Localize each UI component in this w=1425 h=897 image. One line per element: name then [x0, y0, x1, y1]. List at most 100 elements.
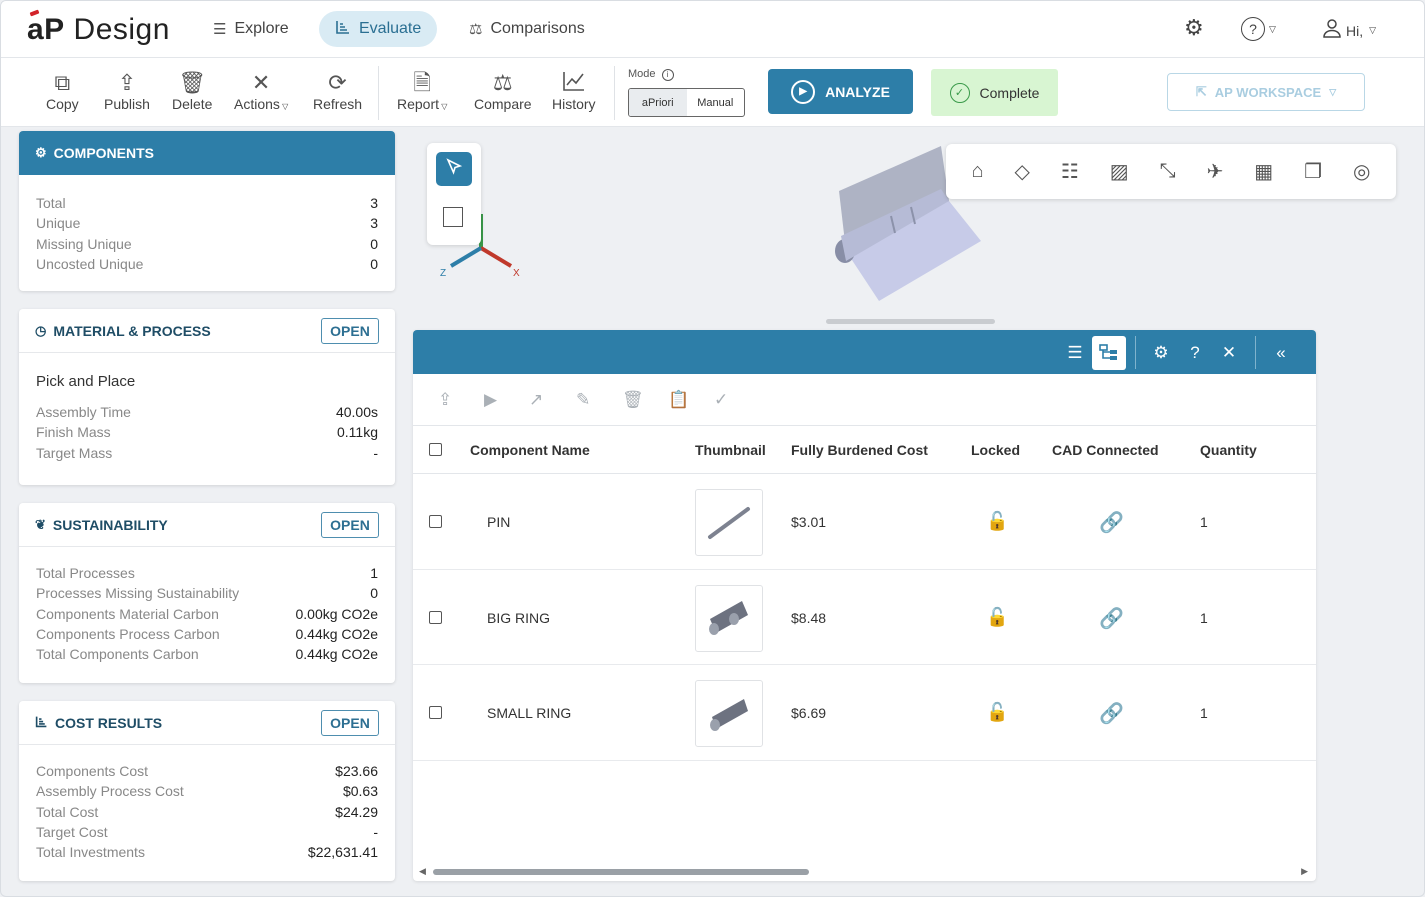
column-header-quantity[interactable]: Quantity	[1200, 442, 1257, 458]
compare-button[interactable]: ⚖ Compare	[474, 70, 532, 112]
material-open-button[interactable]: OPEN	[321, 318, 379, 344]
column-header-name[interactable]: Component Name	[470, 442, 590, 458]
external-link-icon: ⇱	[1195, 84, 1207, 99]
settings-button[interactable]: ⚙	[1184, 15, 1204, 41]
refresh-button[interactable]: ⟳ Refresh	[313, 70, 362, 112]
mode-option-apriori[interactable]: aPriori	[629, 89, 687, 116]
table-header: Component Name Thumbnail Fully Burdened …	[413, 426, 1316, 474]
row-checkbox[interactable]	[429, 706, 442, 719]
stat-row: Target Cost -	[36, 823, 378, 840]
row-checkbox[interactable]	[429, 515, 442, 528]
stat-row: Unique 3	[36, 215, 378, 232]
clipboard-icon[interactable]: 📋	[668, 390, 689, 410]
components-card: ⚙ COMPONENTS Total 3 Unique 3 Missing Uniq…	[19, 131, 395, 291]
edit-icon[interactable]: ✎	[576, 390, 590, 410]
column-header-cost[interactable]: Fully Burdened Cost	[791, 442, 928, 458]
nav-tab-evaluate[interactable]: Evaluate	[319, 11, 438, 47]
trash-icon[interactable]: 🗑	[622, 390, 644, 410]
unlocked-icon[interactable]: 🔓	[986, 511, 1008, 532]
select-tool-button[interactable]	[436, 152, 472, 186]
leaf-icon: ❦	[35, 516, 46, 532]
scroll-left-icon[interactable]: ◀	[419, 866, 426, 877]
publish-button[interactable]: ⇪ Publish	[104, 70, 150, 112]
component-name: SMALL RING	[487, 705, 572, 721]
copy-button[interactable]: ⧉ Copy	[46, 70, 79, 112]
unlocked-icon[interactable]: 🔓	[986, 702, 1008, 723]
stat-row: Components Process Carbon 0.44kg CO2e	[36, 625, 378, 642]
close-icon[interactable]: ✕	[1216, 340, 1242, 366]
stat-row: Uncosted Unique 0	[36, 255, 378, 272]
gear-icon[interactable]: ⚙	[1148, 340, 1174, 366]
ap-workspace-button[interactable]: ⇱ AP WORKSPACE ▽	[1167, 73, 1365, 111]
hatch-view-icon[interactable]: ▨	[1110, 159, 1129, 184]
analyze-button[interactable]: ▶ ANALYZE	[768, 69, 913, 114]
app-logo[interactable]: aP Design	[27, 13, 170, 47]
cube-view-icon[interactable]: ◇	[1015, 159, 1030, 184]
select-all-checkbox[interactable]	[429, 443, 442, 456]
table-row[interactable]: PIN $3.01 🔓 🔗 1	[413, 474, 1316, 570]
actions-button[interactable]: ✕ Actions ▽	[234, 70, 288, 112]
app-window: aP Design ☰ Explore Evaluate ⚖ Compariso…	[0, 0, 1425, 897]
layers-view-icon[interactable]: ❐	[1304, 159, 1322, 184]
chevron-down-icon: ▽	[1269, 23, 1276, 34]
list-icon: ☰	[213, 21, 227, 38]
sustainability-open-button[interactable]: OPEN	[321, 512, 379, 538]
delete-button[interactable]: 🗑 Delete	[172, 70, 212, 112]
stat-row: Assembly Process Cost $0.63	[36, 783, 378, 800]
fit-view-icon[interactable]: ⤡	[1160, 160, 1176, 183]
share-icon: ⇪	[117, 70, 137, 95]
unlocked-icon[interactable]: 🔓	[986, 607, 1008, 628]
horizontal-scrollbar[interactable]: ◀ ▶	[413, 865, 1316, 881]
stat-row: Total 3	[36, 195, 378, 211]
section-tool-button[interactable]	[443, 207, 463, 227]
collapse-icon[interactable]: «	[1268, 340, 1294, 366]
column-header-cad[interactable]: CAD Connected	[1052, 442, 1159, 458]
list-view-icon[interactable]: ☰	[1062, 340, 1088, 366]
column-header-thumbnail[interactable]: Thumbnail	[695, 442, 766, 458]
cost-open-button[interactable]: OPEN	[321, 710, 379, 736]
column-header-locked[interactable]: Locked	[971, 442, 1020, 458]
stat-row: Components Cost $23.66	[36, 763, 378, 779]
toolbar-divider	[614, 66, 615, 120]
row-checkbox[interactable]	[429, 610, 442, 624]
orbit-view-icon[interactable]: ✈	[1207, 159, 1224, 184]
home-view-icon[interactable]: ⌂	[971, 160, 983, 183]
grid-view-icon[interactable]: ▦	[1254, 159, 1273, 184]
tree-view-icon[interactable]: ☷	[1061, 159, 1079, 184]
nav-tab-explore[interactable]: ☰ Explore	[197, 11, 305, 47]
refresh-icon: ⟳	[328, 70, 347, 95]
scrollbar-thumb[interactable]	[433, 869, 809, 875]
table-row[interactable]: SMALL RING $6.69 🔓 🔗 1	[413, 665, 1316, 761]
link-icon[interactable]: 🔗	[1099, 510, 1124, 535]
report-button[interactable]: 🗎 Report ▽	[397, 70, 447, 112]
play-icon[interactable]: ▶	[484, 390, 497, 410]
share-icon[interactable]: ↗	[529, 390, 543, 410]
trash-icon: 🗑	[178, 70, 207, 95]
process-name: Pick and Place	[36, 373, 136, 390]
help-icon[interactable]: ?	[1182, 340, 1208, 366]
tree-view-icon[interactable]	[1092, 336, 1126, 370]
upload-icon[interactable]: ⇪	[438, 390, 452, 410]
mode-option-manual[interactable]: Manual	[687, 89, 745, 116]
status-badge: ✓ Complete	[931, 69, 1058, 116]
link-icon[interactable]: 🔗	[1099, 701, 1124, 726]
history-button[interactable]: History	[552, 70, 596, 112]
nav-tab-comparisons[interactable]: ⚖ Comparisons	[453, 11, 601, 47]
stat-row: Total Components Carbon 0.44kg CO2e	[36, 646, 378, 663]
user-icon	[1323, 18, 1341, 43]
table-row[interactable]: BIG RING $8.48 🔓 🔗 1	[413, 570, 1316, 665]
user-menu[interactable]: Hi, ▽	[1323, 18, 1376, 43]
link-icon[interactable]: 🔗	[1099, 606, 1124, 631]
stat-row: Total Cost $24.29	[36, 803, 378, 820]
stat-row: Assembly Time 40.00s	[36, 404, 378, 420]
material-process-header: ◷ MATERIAL & PROCESS OPEN	[19, 309, 395, 353]
clipboard-check-icon[interactable]: ✓	[714, 390, 728, 410]
mode-label: Mode i	[628, 68, 674, 81]
screenshot-icon[interactable]: ◎	[1353, 159, 1370, 184]
help-button[interactable]: ? ▽	[1241, 17, 1276, 41]
scroll-right-icon[interactable]: ▶	[1301, 866, 1308, 877]
chevron-down-icon: ▽	[279, 102, 289, 111]
viewer-resize-handle[interactable]	[826, 319, 995, 324]
component-name: BIG RING	[487, 609, 551, 626]
top-nav: aP Design ☰ Explore Evaluate ⚖ Compariso…	[1, 1, 1424, 58]
